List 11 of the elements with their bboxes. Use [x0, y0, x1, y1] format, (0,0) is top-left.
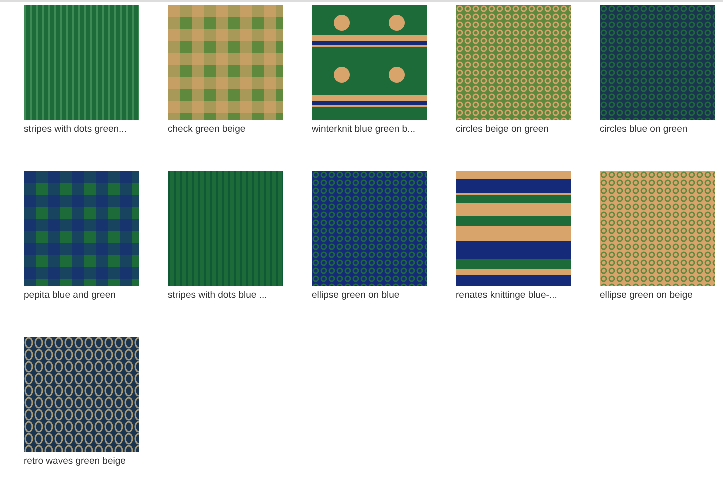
product-title[interactable]: winterknit blue green b...	[312, 124, 427, 135]
product-title[interactable]: ellipse green on beige	[600, 290, 715, 301]
product-title[interactable]: renates knittinge blue-...	[456, 290, 571, 301]
product-title[interactable]: retro waves green beige	[24, 456, 139, 467]
product-title[interactable]: ellipse green on blue	[312, 290, 427, 301]
product-title[interactable]: circles blue on green	[600, 124, 715, 135]
product-title[interactable]: pepita blue and green	[24, 290, 139, 301]
product-title[interactable]: circles beige on green	[456, 124, 571, 135]
product-title[interactable]: check green beige	[168, 124, 283, 135]
product-title[interactable]: stripes with dots green...	[24, 124, 139, 135]
product-title[interactable]: stripes with dots blue ...	[168, 290, 283, 301]
